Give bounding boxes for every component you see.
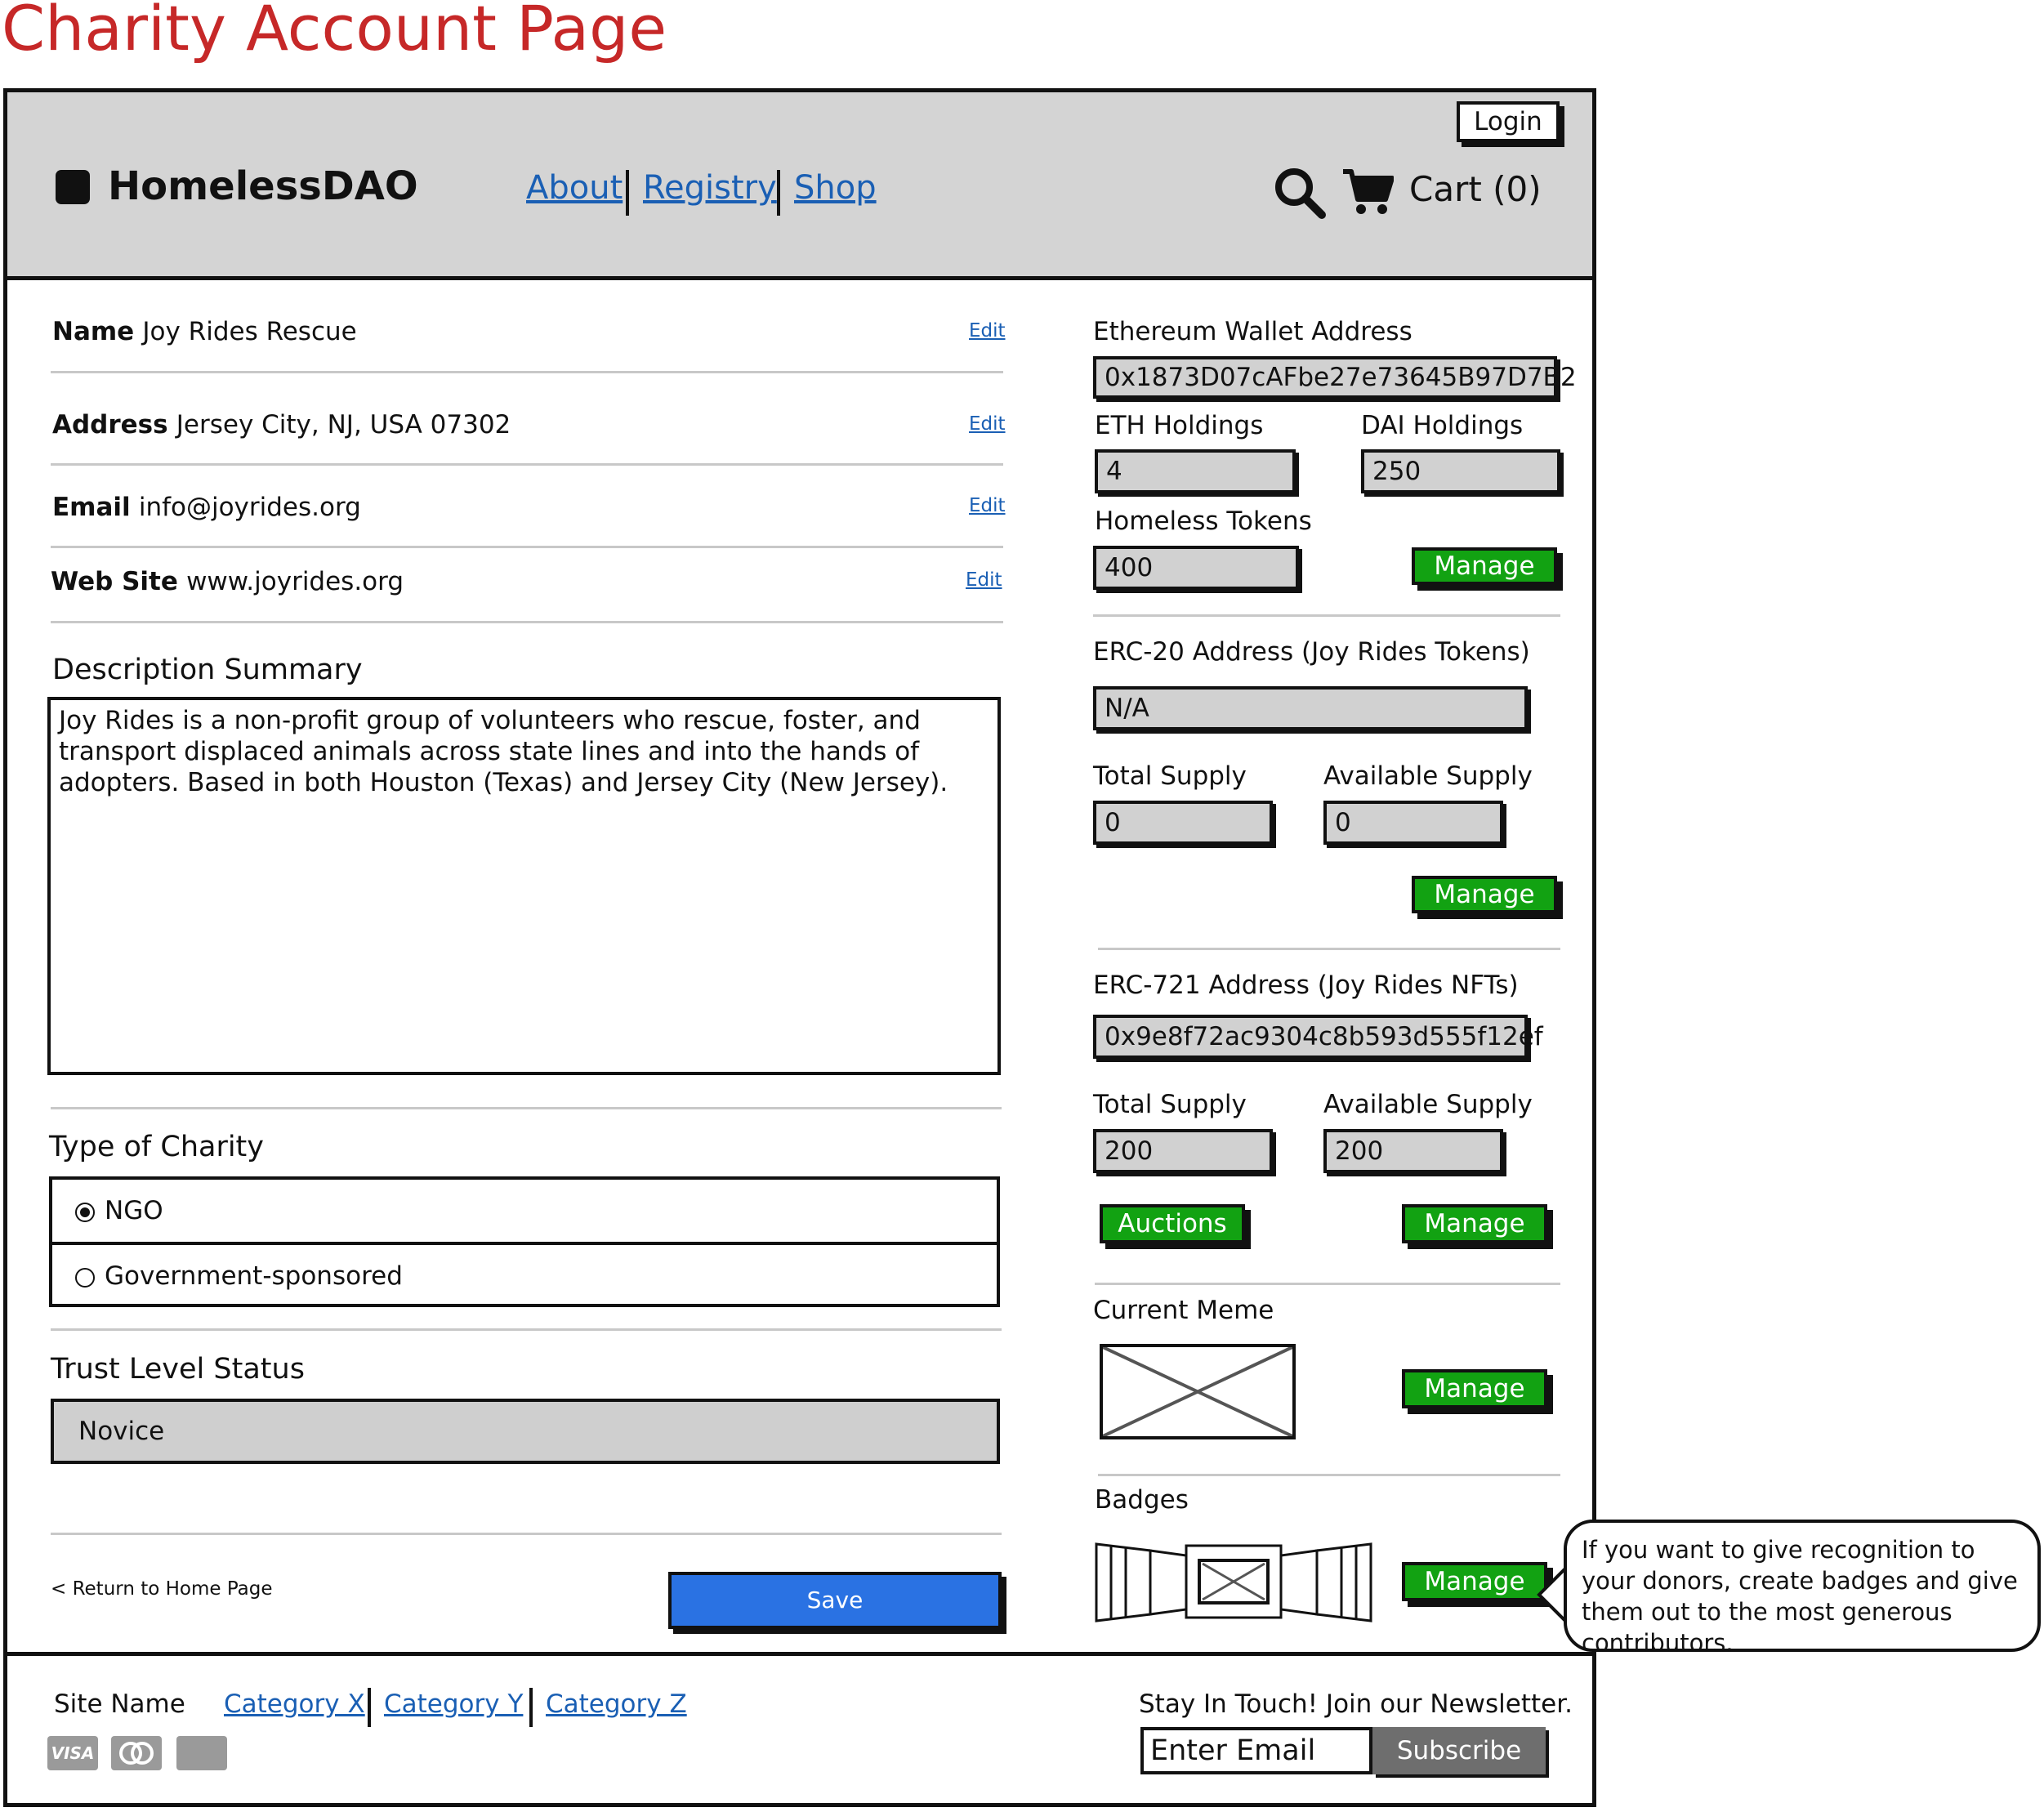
image-placeholder-icon bbox=[1102, 1346, 1293, 1438]
trust-level-value: Novice bbox=[51, 1399, 1000, 1464]
manage-meme-button[interactable]: Manage bbox=[1402, 1369, 1547, 1408]
eth-address-field[interactable]: 0x1873D07cAFbe27e73645B97D7B2 bbox=[1093, 356, 1577, 399]
manage-erc20-button[interactable]: Manage bbox=[1412, 876, 1557, 913]
erc20-available-supply-field[interactable]: 0 bbox=[1323, 801, 1503, 845]
eth-address-label: Ethereum Wallet Address bbox=[1093, 317, 1413, 346]
name-label: Name bbox=[52, 317, 135, 346]
newsletter-label: Stay In Touch! Join our Newsletter. bbox=[1139, 1689, 1573, 1719]
erc721-available-supply-field[interactable]: 200 bbox=[1323, 1129, 1503, 1173]
erc20-address-field[interactable]: N/A bbox=[1093, 686, 1528, 730]
divider bbox=[1095, 1283, 1560, 1285]
auctions-button[interactable]: Auctions bbox=[1100, 1204, 1245, 1243]
dai-holdings-field[interactable]: 250 bbox=[1361, 449, 1560, 493]
login-button[interactable]: Login bbox=[1457, 101, 1560, 142]
radio-label: NGO bbox=[105, 1196, 163, 1225]
description-title: Description Summary bbox=[52, 654, 363, 686]
current-meme-label: Current Meme bbox=[1093, 1296, 1274, 1325]
divider bbox=[51, 463, 1003, 466]
divider bbox=[1098, 948, 1560, 950]
nav-registry-link[interactable]: Registry bbox=[643, 169, 777, 207]
address-label: Address bbox=[52, 410, 168, 440]
footer-divider-bar bbox=[529, 1688, 533, 1727]
footer-divider-bar bbox=[368, 1688, 371, 1727]
badges-label: Badges bbox=[1095, 1485, 1189, 1515]
save-button[interactable]: Save bbox=[668, 1572, 1002, 1629]
trust-level-title: Trust Level Status bbox=[51, 1353, 305, 1386]
erc721-address-field[interactable]: 0x9e8f72ac9304c8b593d555f12ef bbox=[1093, 1015, 1543, 1059]
divider bbox=[51, 621, 1003, 623]
erc721-total-supply-label: Total Supply bbox=[1093, 1090, 1247, 1119]
footer-category-x-link[interactable]: Category X bbox=[224, 1689, 365, 1719]
divider bbox=[51, 1328, 1002, 1331]
return-home-link[interactable]: < Return to Home Page bbox=[51, 1578, 273, 1600]
divider bbox=[1098, 1474, 1560, 1476]
name-row: Name Joy Rides Rescue bbox=[52, 317, 357, 346]
search-icon[interactable] bbox=[1273, 166, 1327, 220]
homeless-tokens-label: Homeless Tokens bbox=[1095, 507, 1312, 536]
charity-type-title: Type of Charity bbox=[49, 1131, 264, 1163]
description-textarea[interactable]: Joy Rides is a non-profit group of volun… bbox=[47, 697, 1001, 1075]
address-row: Address Jersey City, NJ, USA 07302 bbox=[52, 410, 511, 440]
radio-selected-icon[interactable] bbox=[75, 1202, 95, 1222]
mastercard-circles-icon bbox=[119, 1742, 154, 1765]
logo-square-icon bbox=[56, 170, 90, 204]
badge-ribbon-icon bbox=[1095, 1542, 1372, 1622]
erc721-address-label: ERC-721 Address (Joy Rides NFTs) bbox=[1093, 971, 1519, 1000]
edit-address-link[interactable]: Edit bbox=[969, 413, 1006, 435]
meme-image bbox=[1100, 1344, 1296, 1439]
eth-holdings-label: ETH Holdings bbox=[1095, 411, 1264, 440]
website-label: Web Site bbox=[51, 567, 178, 596]
edit-website-link[interactable]: Edit bbox=[966, 569, 1002, 591]
erc20-address-label: ERC-20 Address (Joy Rides Tokens) bbox=[1093, 637, 1530, 667]
brand-name[interactable]: HomelessDAO bbox=[108, 163, 418, 209]
manage-erc721-button[interactable]: Manage bbox=[1402, 1204, 1547, 1243]
edit-name-link[interactable]: Edit bbox=[969, 320, 1006, 341]
radio-label: Government-sponsored bbox=[105, 1261, 403, 1291]
charity-type-radio-group: NGO Government-sponsored bbox=[49, 1176, 1000, 1307]
badges-callout: If you want to give recognition to your … bbox=[1564, 1520, 2041, 1657]
radio-option-ngo[interactable]: NGO bbox=[52, 1180, 997, 1245]
edit-email-link[interactable]: Edit bbox=[969, 495, 1006, 516]
divider bbox=[51, 371, 1003, 373]
eth-holdings-field[interactable]: 4 bbox=[1095, 449, 1296, 493]
name-value: Joy Rides Rescue bbox=[142, 317, 357, 346]
divider bbox=[1093, 614, 1560, 617]
footer-category-y-link[interactable]: Category Y bbox=[384, 1689, 523, 1719]
erc721-total-supply-field[interactable]: 200 bbox=[1093, 1129, 1273, 1173]
nav-about-link[interactable]: About bbox=[526, 169, 623, 207]
erc20-available-supply-label: Available Supply bbox=[1323, 761, 1533, 791]
website-value: www.joyrides.org bbox=[186, 567, 404, 596]
divider bbox=[51, 1533, 1002, 1535]
visa-icon: VISA bbox=[47, 1736, 98, 1770]
manage-badges-button[interactable]: Manage bbox=[1402, 1562, 1547, 1601]
subscribe-button[interactable]: Subscribe bbox=[1372, 1727, 1546, 1774]
footer-category-z-link[interactable]: Category Z bbox=[546, 1689, 687, 1719]
email-row: Email info@joyrides.org bbox=[52, 493, 361, 522]
amex-icon bbox=[176, 1736, 227, 1770]
erc721-available-supply-label: Available Supply bbox=[1323, 1090, 1533, 1119]
newsletter-email-input[interactable]: Enter Email bbox=[1140, 1727, 1372, 1774]
footer-divider bbox=[7, 1652, 1592, 1656]
cart-icon[interactable] bbox=[1341, 168, 1394, 216]
mastercard-icon bbox=[111, 1736, 162, 1770]
cart-link[interactable]: Cart (0) bbox=[1409, 169, 1542, 209]
manage-homeless-tokens-button[interactable]: Manage bbox=[1412, 547, 1557, 585]
nav-divider bbox=[777, 170, 780, 216]
erc20-total-supply-label: Total Supply bbox=[1093, 761, 1247, 791]
nav-divider bbox=[626, 170, 629, 216]
email-label: Email bbox=[52, 493, 131, 522]
email-value: info@joyrides.org bbox=[138, 493, 361, 522]
divider bbox=[51, 546, 1003, 548]
nav-shop-link[interactable]: Shop bbox=[794, 169, 877, 207]
page-title: Charity Account Page bbox=[2, 0, 667, 65]
footer-site-name: Site Name bbox=[54, 1689, 185, 1719]
website-row: Web Site www.joyrides.org bbox=[51, 567, 404, 596]
homeless-tokens-field[interactable]: 400 bbox=[1093, 546, 1299, 590]
radio-unselected-icon[interactable] bbox=[75, 1267, 95, 1288]
address-value: Jersey City, NJ, USA 07302 bbox=[176, 410, 511, 440]
radio-option-government[interactable]: Government-sponsored bbox=[52, 1245, 997, 1307]
dai-holdings-label: DAI Holdings bbox=[1361, 411, 1524, 440]
divider bbox=[51, 1107, 1002, 1109]
erc20-total-supply-field[interactable]: 0 bbox=[1093, 801, 1273, 845]
